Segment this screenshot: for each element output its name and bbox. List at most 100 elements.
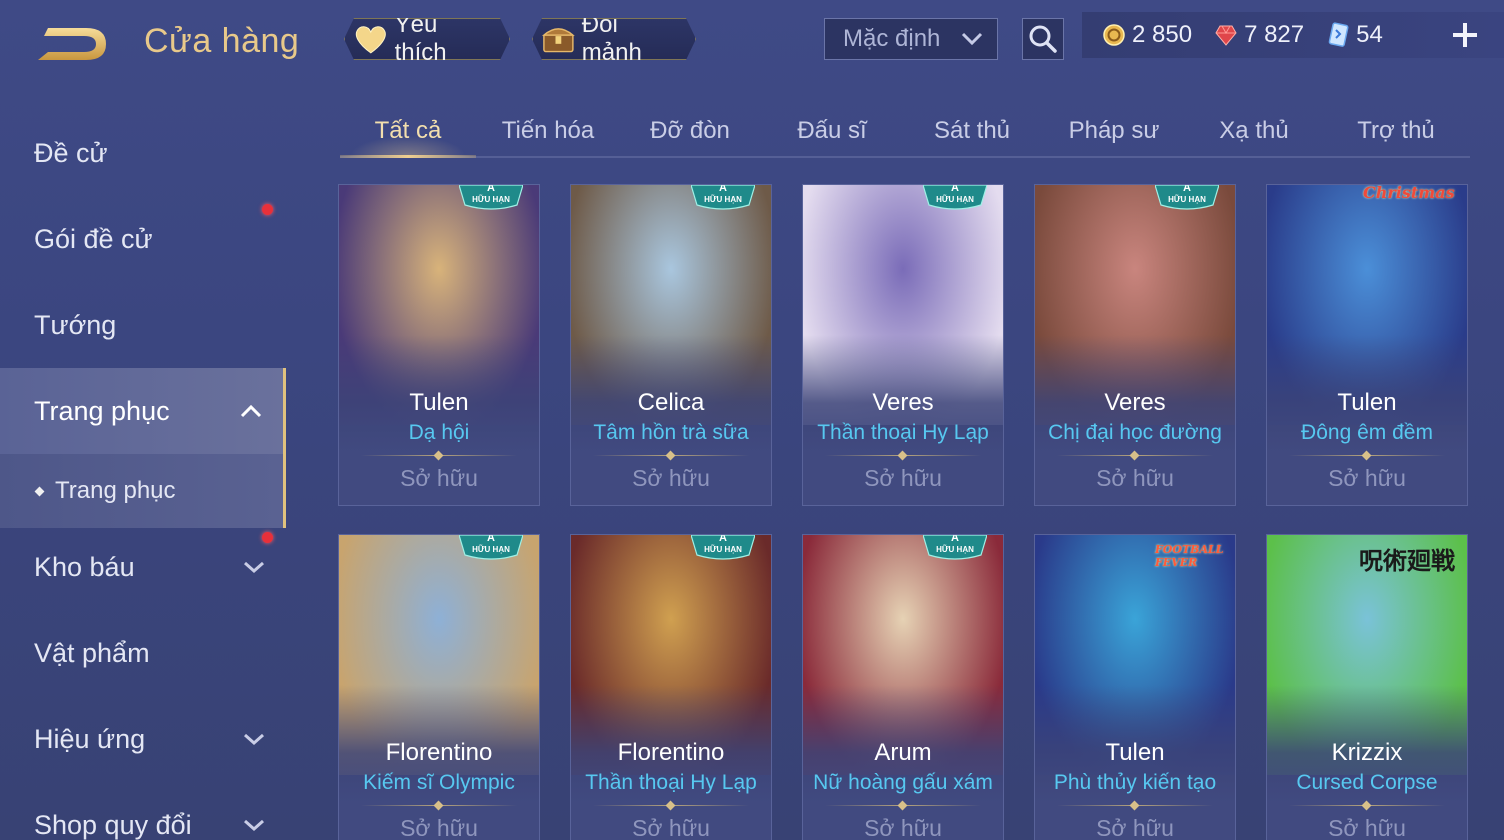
chevron-down-icon	[244, 733, 264, 746]
tab-fighter[interactable]: Đấu sĩ	[766, 104, 898, 158]
tab-assassin[interactable]: Sát thủ	[906, 104, 1038, 158]
sidebar-item-exchange-shop[interactable]: Shop quy đổi	[0, 782, 286, 840]
add-currency-button[interactable]	[1450, 20, 1480, 50]
skin-name: Đông êm đềm	[1301, 421, 1433, 444]
sidebar-item-heroes[interactable]: Tướng	[0, 282, 286, 368]
badge-grade: A	[951, 534, 959, 544]
skin-card[interactable]: A HỮU HẠN Arum Nữ hoàng gấu xám Sở hữu	[802, 534, 1004, 840]
skin-card[interactable]: A HỮU HẠN Celica Tâm hồn trà sữa Sở hữu	[570, 184, 772, 506]
active-tab-underline	[340, 155, 476, 158]
skin-card[interactable]: A HỮU HẠN Florentino Thần thoại Hy Lạp Sở hữ…	[570, 534, 772, 840]
hero-name: Arum	[874, 739, 932, 766]
sidebar-item-recommended[interactable]: Đề cử	[0, 110, 286, 196]
chevron-down-icon	[244, 561, 264, 574]
skin-name: Cursed Corpse	[1296, 771, 1438, 794]
owned-status: Sở hữu	[1096, 815, 1174, 840]
sidebar-item-treasure[interactable]: Kho báu	[0, 524, 286, 610]
card-divider	[825, 805, 981, 806]
tab-all[interactable]: Tất cả	[340, 104, 476, 158]
currency-bar: 2 850 7 827 54	[1082, 12, 1504, 58]
hero-name: Tulen	[409, 389, 469, 416]
owned-status: Sở hữu	[400, 815, 478, 840]
tab-marksman[interactable]: Xạ thủ	[1188, 104, 1320, 158]
tab-support[interactable]: Trợ thủ	[1330, 104, 1462, 158]
owned-status: Sở hữu	[632, 465, 710, 491]
limited-badge: A HỮU HẠN	[459, 185, 523, 211]
event-logo: Christmas	[1363, 184, 1455, 202]
exchange-shards-button[interactable]: Đổi mảnh	[532, 18, 696, 60]
skin-name: Nữ hoàng gấu xám	[813, 771, 993, 794]
hero-name: Krizzix	[1331, 739, 1403, 766]
badge-limited-label: HỮU HẠN	[936, 545, 974, 554]
hero-name: Veres	[872, 389, 934, 416]
skin-name: Dạ hội	[408, 421, 470, 444]
card-divider	[1057, 805, 1213, 806]
skin-name: Phù thủy kiến tạo	[1053, 771, 1217, 794]
badge-limited-label: HỮU HẠN	[472, 195, 510, 204]
skin-card[interactable]: A HỮU HẠN Veres Chị đại học đường Sở hữu	[1034, 184, 1236, 506]
limited-badge: A HỮU HẠN	[691, 535, 755, 561]
sidebar-subitem-skins[interactable]: Trang phục	[0, 454, 286, 528]
badge-limited-label: HỮU HẠN	[936, 195, 974, 204]
chevron-up-icon	[240, 404, 262, 418]
voucher-balance: 54	[1326, 21, 1383, 49]
badge-grade: A	[719, 184, 727, 194]
back-arrow-icon[interactable]	[34, 22, 110, 66]
search-icon	[1029, 25, 1057, 53]
badge-grade: A	[719, 534, 727, 544]
owned-status: Sở hữu	[864, 815, 942, 840]
tab-tank[interactable]: Đỡ đòn	[624, 104, 756, 158]
notification-dot	[262, 532, 273, 543]
badge-grade: A	[951, 184, 959, 194]
badge-grade: A	[1183, 184, 1191, 194]
skin-card[interactable]: A HỮU HẠN Florentino Kiếm sĩ Olympic Sở hữu	[338, 534, 540, 840]
hero-name: Veres	[1104, 389, 1166, 416]
card-divider	[1057, 455, 1213, 456]
skin-name: Kiếm sĩ Olympic	[363, 771, 515, 794]
page-title: Cửa hàng	[144, 22, 300, 60]
sidebar-item-skins[interactable]: Trang phục	[0, 368, 286, 454]
skin-grid: A HỮU HẠN Tulen Dạ hội Sở hữu A HỮU HẠN Celica…	[338, 184, 1470, 840]
tab-mage[interactable]: Pháp sư	[1048, 104, 1180, 158]
tab-evolution[interactable]: Tiến hóa	[482, 104, 614, 158]
limited-badge: A HỮU HẠN	[923, 185, 987, 211]
plus-icon	[1453, 23, 1477, 47]
sidebar-item-recommended-packs[interactable]: Gói đề cử	[0, 196, 286, 282]
owned-status: Sở hữu	[1328, 815, 1406, 840]
sidebar-item-effects[interactable]: Hiệu ứng	[0, 696, 286, 782]
hero-name: Florentino	[617, 739, 725, 766]
skin-card[interactable]: Christmas Tulen Đông êm đềm Sở hữu	[1266, 184, 1468, 506]
owned-status: Sở hữu	[1096, 465, 1174, 491]
badge-limited-label: HỮU HẠN	[704, 195, 742, 204]
skin-card[interactable]: FOOTBALL FEVER Tulen Phù thủy kiến tạo Sở h…	[1034, 534, 1236, 840]
card-divider	[593, 455, 749, 456]
skin-name: Tâm hồn trà sữa	[593, 421, 749, 444]
skin-card[interactable]: A HỮU HẠN Tulen Dạ hội Sở hữu	[338, 184, 540, 506]
badge-limited-label: HỮU HẠN	[1168, 195, 1206, 204]
ruby-gem-icon	[1215, 25, 1237, 46]
skin-name: Thần thoại Hy Lạp	[817, 421, 989, 444]
skin-name: Chị đại học đường	[1048, 421, 1222, 444]
favorites-label: Yêu thích	[394, 11, 447, 66]
favorites-button[interactable]: Yêu thích	[344, 18, 510, 60]
skin-card[interactable]: 呪術廻戦 Krizzix Cursed Corpse Sở hữu	[1266, 534, 1468, 840]
card-divider	[361, 455, 517, 456]
heart-icon	[353, 23, 389, 55]
gold-coin-icon	[1103, 24, 1125, 46]
search-button[interactable]	[1022, 18, 1064, 60]
limited-badge: A HỮU HẠN	[691, 185, 755, 211]
sidebar: Đề cử Gói đề cử Tướng Trang phục Trang p…	[0, 110, 286, 840]
event-logo: 呪術廻戦	[1359, 546, 1455, 575]
owned-status: Sở hữu	[864, 465, 942, 491]
hero-name: Tulen	[1337, 389, 1397, 416]
limited-badge: A HỮU HẠN	[1155, 185, 1219, 211]
owned-status: Sở hữu	[400, 465, 478, 491]
voucher-card-icon	[1328, 22, 1349, 47]
owned-status: Sở hữu	[1328, 465, 1406, 491]
sidebar-item-items[interactable]: Vật phẩm	[0, 610, 286, 696]
sort-dropdown[interactable]: Mặc định	[824, 18, 998, 60]
sort-selected-value: Mặc định	[843, 25, 941, 52]
skin-card[interactable]: A HỮU HẠN Veres Thần thoại Hy Lạp Sở hữu	[802, 184, 1004, 506]
limited-badge: A HỮU HẠN	[459, 535, 523, 561]
hero-name: Florentino	[385, 739, 493, 766]
